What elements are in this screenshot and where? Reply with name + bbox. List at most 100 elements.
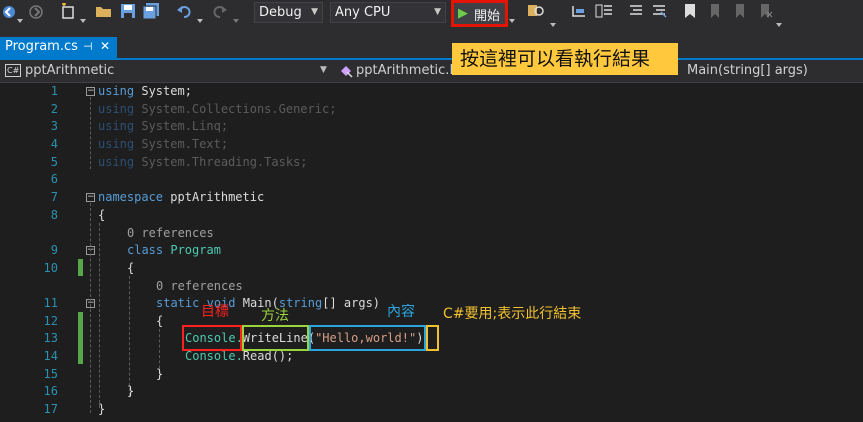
redo-icon[interactable] xyxy=(212,3,228,23)
chevron-down-icon: ▼ xyxy=(311,7,318,17)
open-folder-icon[interactable] xyxy=(95,3,113,23)
find-icon[interactable] xyxy=(527,3,545,23)
chevron-down-icon[interactable] xyxy=(233,8,239,27)
line-number: 15 xyxy=(43,367,58,381)
new-project-icon[interactable] xyxy=(60,2,76,23)
project-name: pptArithmetic xyxy=(25,63,115,78)
forward-icon[interactable] xyxy=(29,4,43,23)
start-icon: ▶ xyxy=(458,6,468,21)
line-number: 14 xyxy=(43,349,58,363)
clear-bookmarks-icon[interactable] xyxy=(757,3,773,23)
navigation-bar: C# pptArithmetic ▼ pptArithmetic.Pr Main… xyxy=(0,60,863,83)
line-number: 12 xyxy=(43,314,58,328)
uncomment-icon[interactable] xyxy=(651,3,667,23)
pin-icon[interactable]: ⊣ xyxy=(83,40,93,53)
line-number: 13 xyxy=(43,331,58,345)
indent-guide xyxy=(99,223,100,408)
close-icon[interactable]: ✕ xyxy=(100,39,110,53)
line-number: 6 xyxy=(50,172,58,186)
chevron-down-icon[interactable] xyxy=(550,12,556,31)
comment-icon[interactable] xyxy=(628,3,644,23)
config-dropdown[interactable]: Debug ▼ xyxy=(254,2,323,23)
config-value: Debug xyxy=(259,5,302,20)
code-line-8: { xyxy=(98,208,106,222)
code-line-17: } xyxy=(98,402,106,416)
run-hint-text: 按這裡可以看執行結果 xyxy=(460,48,651,70)
code-line-2: using System.Collections.Generic; xyxy=(98,102,337,116)
chevron-down-icon[interactable] xyxy=(197,8,203,27)
code-line-9: class Program xyxy=(127,243,221,257)
references-codelens[interactable]: 0 references xyxy=(127,226,214,240)
code-line-10: { xyxy=(127,261,135,275)
collapse-icon[interactable]: − xyxy=(86,87,95,96)
code-line-15: } xyxy=(156,367,164,381)
line-number: 7 xyxy=(50,190,58,204)
chevron-down-icon[interactable] xyxy=(776,12,782,31)
run-hint-callout: 按這裡可以看執行結果 xyxy=(452,43,678,75)
line-number: 17 xyxy=(43,402,58,416)
member-name: Main(string[] args) xyxy=(687,63,808,78)
bookmark-icon[interactable] xyxy=(683,3,697,23)
indent-guide xyxy=(129,276,130,396)
fold-guide xyxy=(90,203,91,413)
code-line-14: Console.Read(); xyxy=(185,349,294,363)
save-icon[interactable] xyxy=(120,3,136,23)
target-label: 目標 xyxy=(201,304,229,320)
tab-label: Program.cs xyxy=(5,39,78,54)
references-codelens[interactable]: 0 references xyxy=(156,279,243,293)
code-line-1: using System; xyxy=(98,84,192,98)
code-line-7: namespace pptArithmetic xyxy=(98,190,265,204)
changed-line-marker xyxy=(78,312,83,364)
method-highlight-box xyxy=(242,325,309,351)
toolbar: Debug ▼ Any CPU ▼ ▶ 開始 xyxy=(0,0,863,35)
indent-icon[interactable] xyxy=(595,3,613,23)
tab-program-cs[interactable]: Program.cs ⊣ ✕ xyxy=(0,37,117,58)
content-label: 內容 xyxy=(387,304,415,320)
content-highlight-box xyxy=(309,325,426,351)
back-icon[interactable] xyxy=(2,4,16,23)
platform-dropdown[interactable]: Any CPU ▼ xyxy=(330,2,446,23)
class-icon xyxy=(339,64,353,84)
chevron-down-icon: ▼ xyxy=(320,65,327,75)
target-highlight-box xyxy=(182,325,242,351)
line-number: 4 xyxy=(50,137,58,151)
code-editor[interactable]: 1 2 3 4 5 6 7 8 9 10 11 12 13 14 15 16 1… xyxy=(0,83,863,422)
start-button[interactable]: ▶ 開始 xyxy=(451,0,508,27)
code-line-5: using System.Threading.Tasks; xyxy=(98,155,308,169)
save-all-icon[interactable] xyxy=(142,2,160,23)
line-number: 1 xyxy=(50,84,58,98)
method-label: 方法 xyxy=(261,308,289,324)
line-number: 2 xyxy=(50,102,58,116)
platform-value: Any CPU xyxy=(335,5,391,20)
chevron-down-icon[interactable] xyxy=(17,8,23,27)
line-number: 11 xyxy=(43,296,58,310)
line-number: 8 xyxy=(50,208,58,222)
project-dropdown[interactable]: C# pptArithmetic ▼ xyxy=(0,61,333,81)
code-line-3: using System.Linq; xyxy=(98,119,229,133)
line-number: 9 xyxy=(50,243,58,257)
next-bookmark-icon[interactable] xyxy=(732,3,748,23)
start-button-label: 開始 xyxy=(474,9,501,24)
line-number: 10 xyxy=(43,261,58,275)
undo-icon[interactable] xyxy=(176,3,192,23)
statement-end-label: C#要用;表示此行結束 xyxy=(443,306,582,322)
line-number: 16 xyxy=(43,384,58,398)
line-number: 5 xyxy=(50,155,58,169)
prev-bookmark-icon[interactable] xyxy=(707,3,723,23)
collapse-icon[interactable]: − xyxy=(86,193,95,202)
class-name: pptArithmetic.Pr xyxy=(356,63,463,78)
code-line-12: { xyxy=(156,314,164,328)
changed-line-marker xyxy=(78,259,83,276)
line-number: 3 xyxy=(50,119,58,133)
member-dropdown[interactable]: Main(string[] args) xyxy=(670,61,863,81)
step-icon[interactable] xyxy=(571,3,587,23)
fold-guide xyxy=(90,97,91,169)
end-highlight-box xyxy=(426,325,439,351)
code-line-4: using System.Text; xyxy=(98,137,229,151)
csharp-project-icon: C# xyxy=(5,64,22,77)
chevron-down-icon[interactable] xyxy=(509,8,515,27)
chevron-down-icon: ▼ xyxy=(434,7,441,17)
code-line-16: } xyxy=(127,384,135,398)
document-tab-bar: Program.cs ⊣ ✕ xyxy=(0,35,863,58)
chevron-down-icon[interactable] xyxy=(80,8,86,27)
